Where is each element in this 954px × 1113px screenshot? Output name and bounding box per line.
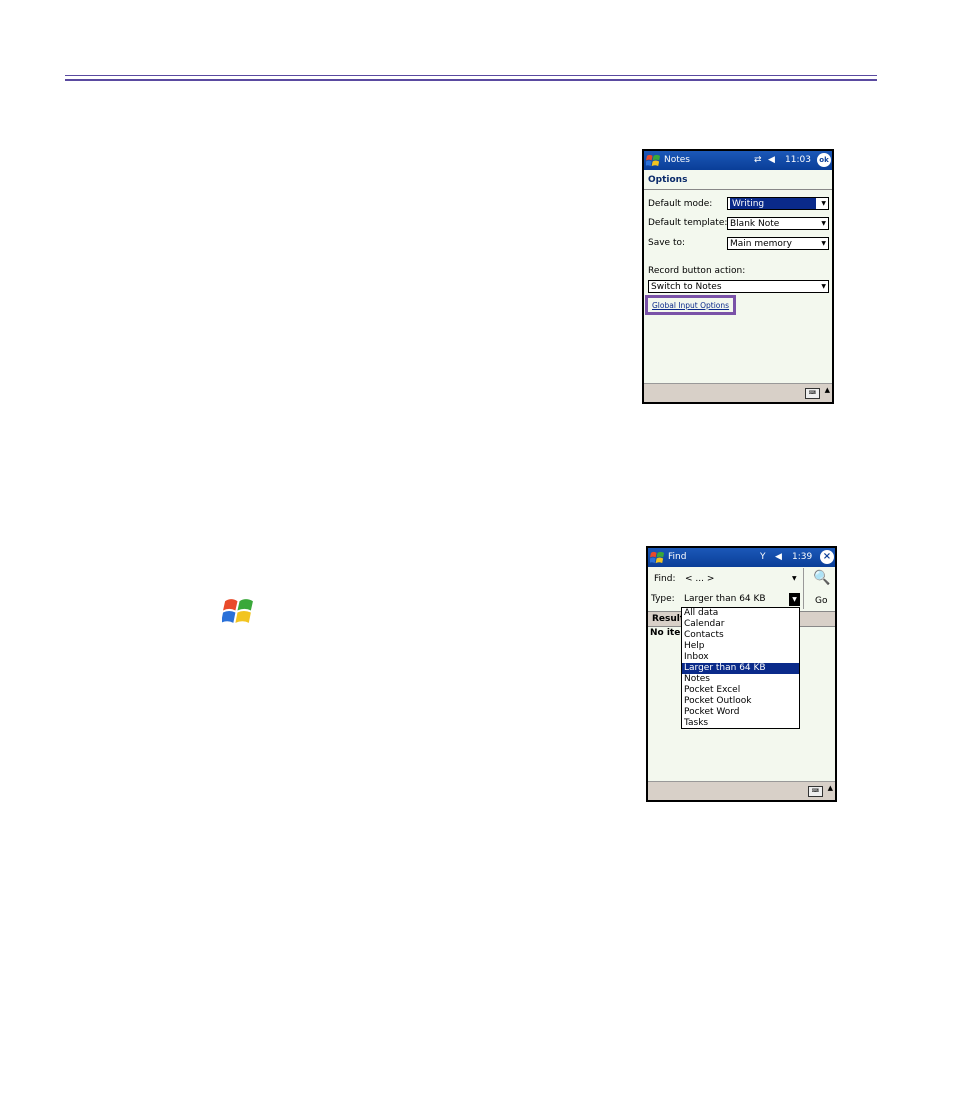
find-dropdown-arrow-icon[interactable]: ▼ <box>792 575 797 582</box>
find-input[interactable]: < ... > <box>685 574 714 584</box>
ok-button[interactable]: ok <box>817 153 831 167</box>
type-list-item[interactable]: Larger than 64 KB <box>682 663 799 674</box>
options-heading: Options <box>648 175 688 185</box>
volume-icon[interactable]: ◀︎ <box>775 548 782 567</box>
start-menu-icon <box>222 599 253 623</box>
keyboard-icon[interactable]: ⌨ <box>805 388 820 399</box>
default-template-label: Default template: <box>648 218 728 228</box>
record-button-label: Record button action: <box>648 266 746 276</box>
chevron-down-icon: ▼ <box>821 220 826 227</box>
chevron-down-icon: ▼ <box>821 240 826 247</box>
clock-text[interactable]: 1:39 <box>792 548 812 567</box>
type-list-item[interactable]: Pocket Excel <box>682 685 799 696</box>
header-rule-top <box>65 75 877 76</box>
header-rule-bottom <box>65 79 877 81</box>
default-mode-value: Writing <box>730 198 816 209</box>
caret-up-icon[interactable]: ▲ <box>828 784 833 792</box>
find-menu-bar: ⌨ ▲ <box>648 781 835 800</box>
default-mode-label: Default mode: <box>648 199 713 209</box>
keyboard-icon[interactable]: ⌨ <box>808 786 823 797</box>
type-label: Type: <box>651 594 675 604</box>
save-to-dropdown[interactable]: Main memory ▼ <box>727 237 829 250</box>
global-input-options-link[interactable]: Global Input Options <box>652 301 729 310</box>
results-label: Result <box>652 614 685 624</box>
caret-up-icon[interactable]: ▲ <box>825 386 830 394</box>
clock-text[interactable]: 11:03 <box>785 151 811 170</box>
windows-start-icon[interactable] <box>646 153 661 168</box>
notes-options-screenshot: Notes ⇄ ◀︎ 11:03 ok Options Default mode… <box>642 149 834 404</box>
find-screenshot: Find Y ◀︎ 1:39 × Find: < ... > ▼ Type: L… <box>646 546 837 802</box>
type-list-item[interactable]: Calendar <box>682 619 799 630</box>
type-value[interactable]: Larger than 64 KB <box>684 594 766 604</box>
antenna-icon[interactable]: Y <box>760 548 766 567</box>
type-list-item[interactable]: Contacts <box>682 630 799 641</box>
go-label: Go <box>815 596 828 606</box>
type-list-item[interactable]: Pocket Outlook <box>682 696 799 707</box>
chevron-down-icon: ▼ <box>821 283 826 290</box>
record-button-value: Switch to Notes <box>651 282 722 292</box>
chevron-down-icon: ▼ <box>821 200 826 207</box>
type-list-item[interactable]: Inbox <box>682 652 799 663</box>
volume-icon[interactable]: ◀︎ <box>768 151 775 170</box>
connectivity-icon[interactable]: ⇄ <box>754 151 762 170</box>
app-title: Find <box>668 552 687 562</box>
app-title: Notes <box>664 155 690 165</box>
save-to-value: Main memory <box>730 239 792 249</box>
heading-divider <box>644 189 832 190</box>
close-button[interactable]: × <box>820 550 834 564</box>
find-label: Find: <box>654 574 676 584</box>
global-input-highlight: Global Input Options <box>645 295 736 315</box>
go-button[interactable]: 🔍 Go <box>803 568 835 609</box>
type-list-item[interactable]: All data <box>682 608 799 619</box>
type-list-item[interactable]: Tasks <box>682 718 799 729</box>
windows-start-icon[interactable] <box>650 550 665 565</box>
notes-menu-bar: ⌨ ▲ <box>644 383 832 402</box>
save-to-label: Save to: <box>648 238 686 248</box>
type-dropdown-button[interactable]: ▼ <box>789 593 800 606</box>
type-dropdown-list[interactable]: All data Calendar Contacts Help Inbox Larger … <box>681 607 800 729</box>
type-list-item[interactable]: Help <box>682 641 799 652</box>
default-mode-dropdown[interactable]: Writing ▼ <box>727 197 829 210</box>
type-list-item[interactable]: Pocket Word <box>682 707 799 718</box>
magnifier-icon: 🔍 <box>813 570 831 586</box>
find-title-bar: Find Y ◀︎ 1:39 × <box>648 548 835 567</box>
type-list-item[interactable]: Notes <box>682 674 799 685</box>
default-template-dropdown[interactable]: Blank Note ▼ <box>727 217 829 230</box>
default-template-value: Blank Note <box>730 219 780 229</box>
record-button-dropdown[interactable]: Switch to Notes ▼ <box>648 280 829 293</box>
notes-title-bar: Notes ⇄ ◀︎ 11:03 ok <box>644 151 832 170</box>
